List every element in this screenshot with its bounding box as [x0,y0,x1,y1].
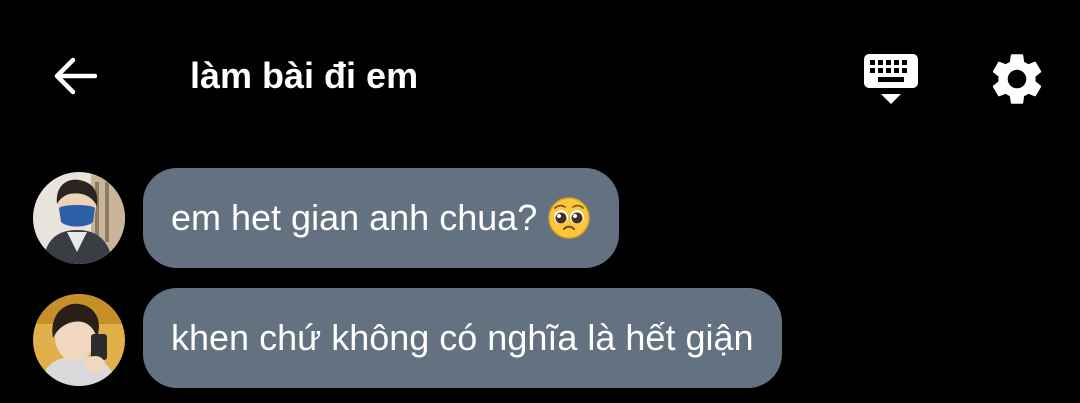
message-row: khen chứ không có nghĩa là hết giận [0,288,1080,388]
pleading-face-emoji [548,197,591,239]
chat-title: làm bài đi em [190,55,419,96]
arrow-left-icon [54,57,97,95]
chat-header: làm bài đi em [0,0,1080,150]
message-bubble[interactable]: em het gian anh chua? [143,168,620,268]
settings-button[interactable] [986,48,1048,110]
keyboard-toggle-button[interactable] [858,48,924,108]
gear-icon [992,54,1042,104]
message-text: khen chứ không có nghĩa là hết giận [171,317,754,358]
message-bubble[interactable]: khen chứ không có nghĩa là hết giận [143,288,782,388]
message-row: em het gian anh chua? [0,168,1080,268]
keyboard-hide-icon [864,54,918,104]
avatar[interactable] [33,294,125,386]
back-button[interactable] [44,50,104,102]
avatar[interactable] [33,172,125,264]
message-text: em het gian anh chua? [171,197,538,238]
